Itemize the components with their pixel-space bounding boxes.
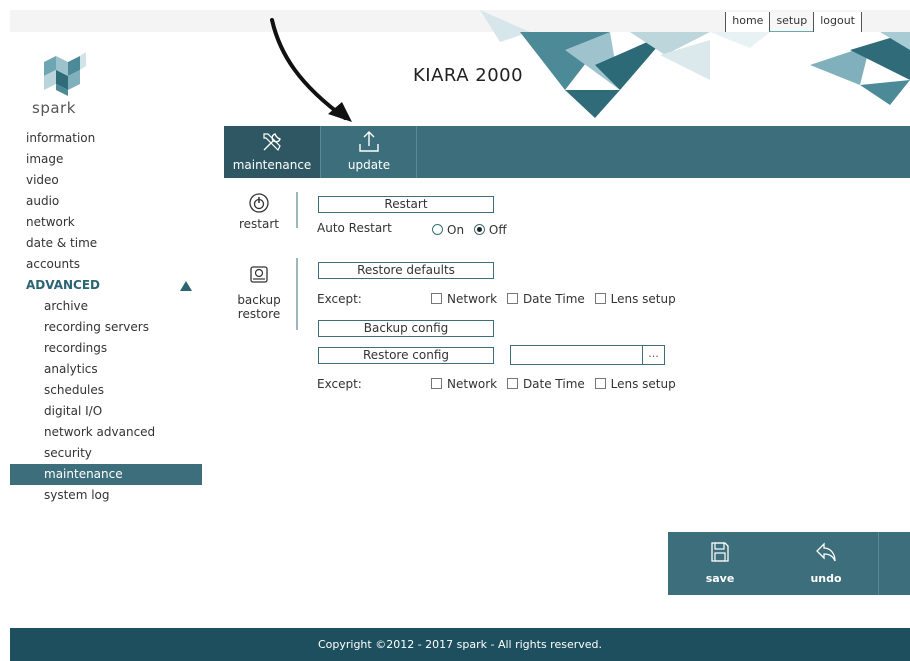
undo-icon bbox=[816, 542, 836, 562]
checkbox-network[interactable] bbox=[431, 293, 442, 304]
restart-section-label: restart bbox=[238, 217, 279, 231]
save-label: save bbox=[705, 572, 735, 585]
restore-label: restore bbox=[237, 307, 281, 321]
sidebar-item-security[interactable]: security bbox=[10, 443, 206, 464]
sidebar-item-network[interactable]: network bbox=[10, 212, 206, 233]
restore-defaults-button[interactable]: Restore defaults bbox=[318, 262, 494, 279]
tab-label: maintenance bbox=[232, 158, 312, 172]
sidebar-item-accounts[interactable]: accounts bbox=[10, 254, 206, 275]
tab-bar: maintenance update bbox=[224, 126, 910, 178]
radio-off-label: Off bbox=[488, 223, 507, 237]
collapse-triangle-icon[interactable] bbox=[180, 281, 192, 291]
auto-restart-options: On Off bbox=[432, 223, 513, 237]
restore-config-button[interactable]: Restore config bbox=[318, 347, 494, 364]
checkbox-label: Network bbox=[447, 377, 498, 391]
except-options-2: Network Date Time Lens setup bbox=[431, 377, 682, 391]
upload-icon bbox=[359, 131, 379, 152]
sidebar-item-maintenance[interactable]: maintenance bbox=[10, 464, 202, 485]
divider-line bbox=[296, 192, 298, 228]
save-icon bbox=[711, 542, 729, 562]
except-datetime-option-2[interactable]: Date Time bbox=[506, 377, 585, 391]
footer: Copyright ©2012 - 2017 spark - All right… bbox=[10, 628, 910, 661]
radio-off[interactable] bbox=[473, 224, 485, 235]
save-button[interactable]: save bbox=[668, 532, 772, 595]
power-icon bbox=[249, 193, 269, 213]
backup-restore-section: backup restore bbox=[232, 264, 286, 321]
except-label: Except: bbox=[317, 292, 362, 306]
restart-button[interactable]: Restart bbox=[318, 196, 494, 213]
config-file-input[interactable] bbox=[510, 345, 643, 365]
sidebar-item-information[interactable]: information bbox=[10, 128, 206, 149]
tools-icon bbox=[263, 133, 281, 152]
except-lens-option[interactable]: Lens setup bbox=[594, 292, 676, 306]
action-separator bbox=[878, 532, 879, 595]
sidebar-item-date-time[interactable]: date & time bbox=[10, 233, 206, 254]
main-content: maintenance update restart Restart Auto … bbox=[206, 126, 910, 627]
tab-maintenance[interactable]: maintenance bbox=[224, 126, 320, 178]
restart-section: restart bbox=[232, 192, 286, 231]
checkbox-label: Lens setup bbox=[610, 377, 676, 391]
checkbox-date-time-2[interactable] bbox=[506, 378, 518, 389]
sidebar-item-image[interactable]: image bbox=[10, 149, 206, 170]
radio-on-label: On bbox=[447, 223, 465, 237]
annotation-arrow-icon bbox=[270, 18, 352, 122]
auto-restart-label: Auto Restart bbox=[317, 221, 392, 235]
sidebar-item-archive[interactable]: archive bbox=[10, 296, 206, 317]
checkbox-network-2[interactable] bbox=[431, 378, 442, 389]
sidebar-item-network-advanced[interactable]: network advanced bbox=[10, 422, 206, 443]
tab-update[interactable]: update bbox=[321, 126, 417, 178]
tab-separator bbox=[416, 126, 417, 178]
copyright-text: Copyright ©2012 - 2017 spark - All right… bbox=[317, 638, 603, 651]
divider-line bbox=[296, 258, 298, 330]
radio-on[interactable] bbox=[432, 224, 443, 235]
sidebar-item-schedules[interactable]: schedules bbox=[10, 380, 206, 401]
except-network-option-2[interactable]: Network bbox=[431, 377, 497, 391]
sidebar-item-analytics[interactable]: analytics bbox=[10, 359, 206, 380]
checkbox-label: Lens setup bbox=[610, 292, 676, 306]
sidebar-item-video[interactable]: video bbox=[10, 170, 206, 191]
checkbox-label: Date Time bbox=[522, 377, 585, 391]
sidebar: information image video audio network da… bbox=[10, 126, 206, 627]
except-network-option[interactable]: Network bbox=[431, 292, 497, 306]
checkbox-label: Date Time bbox=[522, 292, 585, 306]
tab-label: update bbox=[347, 158, 391, 172]
backup-config-button[interactable]: Backup config bbox=[318, 320, 494, 337]
action-bar: save undo bbox=[668, 532, 910, 595]
sidebar-section-label: ADVANCED bbox=[26, 278, 101, 292]
except-options: Network Date Time Lens setup bbox=[431, 292, 682, 306]
checkbox-date-time[interactable] bbox=[506, 293, 518, 304]
except-datetime-option[interactable]: Date Time bbox=[506, 292, 585, 306]
except-label-2: Except: bbox=[317, 377, 362, 391]
auto-restart-off-option[interactable]: Off bbox=[473, 223, 507, 237]
browse-button[interactable]: ... bbox=[643, 345, 665, 365]
backup-label: backup bbox=[237, 293, 281, 307]
checkbox-lens-setup-2[interactable] bbox=[594, 378, 606, 389]
sidebar-item-audio[interactable]: audio bbox=[10, 191, 206, 212]
disk-icon bbox=[250, 266, 268, 283]
sidebar-item-digital-io[interactable]: digital I/O bbox=[10, 401, 206, 422]
header: home setup logout spark KIARA 2000 bbox=[10, 10, 910, 125]
auto-restart-on-option[interactable]: On bbox=[432, 223, 464, 237]
except-lens-option-2[interactable]: Lens setup bbox=[594, 377, 676, 391]
sidebar-item-recording-servers[interactable]: recording servers bbox=[10, 317, 206, 338]
checkbox-lens-setup[interactable] bbox=[594, 293, 606, 304]
undo-label: undo bbox=[810, 572, 842, 585]
sidebar-section-advanced[interactable]: ADVANCED bbox=[10, 275, 206, 296]
checkbox-label: Network bbox=[447, 292, 498, 306]
undo-button[interactable]: undo bbox=[774, 532, 878, 595]
sidebar-item-recordings[interactable]: recordings bbox=[10, 338, 206, 359]
sidebar-item-system-log[interactable]: system log bbox=[10, 485, 206, 506]
